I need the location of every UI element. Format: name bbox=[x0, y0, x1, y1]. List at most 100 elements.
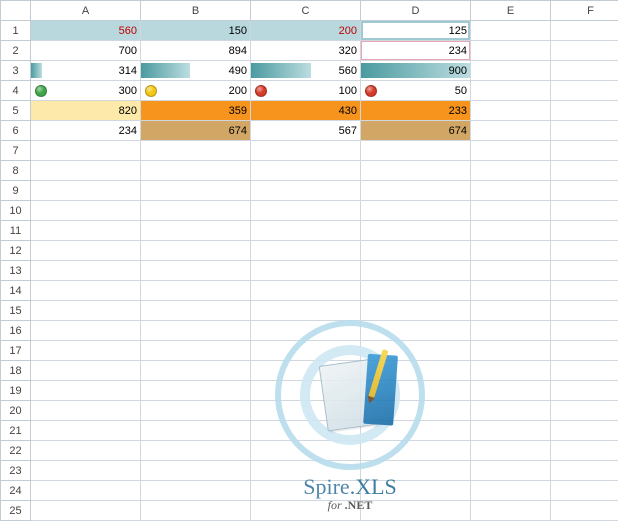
cell-E22[interactable] bbox=[471, 441, 551, 461]
cell-D8[interactable] bbox=[361, 161, 471, 181]
col-header-E[interactable]: E bbox=[471, 1, 551, 21]
cell-A24[interactable] bbox=[31, 481, 141, 501]
cell-A1[interactable]: 560 bbox=[31, 21, 141, 41]
cell-E20[interactable] bbox=[471, 401, 551, 421]
cell-E25[interactable] bbox=[471, 501, 551, 521]
cell-F5[interactable] bbox=[551, 101, 618, 121]
cell-E13[interactable] bbox=[471, 261, 551, 281]
cell-B15[interactable] bbox=[141, 301, 251, 321]
cell-C12[interactable] bbox=[251, 241, 361, 261]
row-header-22[interactable]: 22 bbox=[1, 441, 31, 461]
cell-E8[interactable] bbox=[471, 161, 551, 181]
cell-B22[interactable] bbox=[141, 441, 251, 461]
cell-C22[interactable] bbox=[251, 441, 361, 461]
cell-A7[interactable] bbox=[31, 141, 141, 161]
row-header-15[interactable]: 15 bbox=[1, 301, 31, 321]
cell-E16[interactable] bbox=[471, 321, 551, 341]
cell-E5[interactable] bbox=[471, 101, 551, 121]
cell-A11[interactable] bbox=[31, 221, 141, 241]
cell-F9[interactable] bbox=[551, 181, 618, 201]
col-header-C[interactable]: C bbox=[251, 1, 361, 21]
cell-D22[interactable] bbox=[361, 441, 471, 461]
row-header-3[interactable]: 3 bbox=[1, 61, 31, 81]
cell-D17[interactable] bbox=[361, 341, 471, 361]
cell-C6[interactable]: 567 bbox=[251, 121, 361, 141]
cell-D19[interactable] bbox=[361, 381, 471, 401]
row-header-9[interactable]: 9 bbox=[1, 181, 31, 201]
cell-A4[interactable]: 300 bbox=[31, 81, 141, 101]
cell-A23[interactable] bbox=[31, 461, 141, 481]
row-header-20[interactable]: 20 bbox=[1, 401, 31, 421]
cell-B19[interactable] bbox=[141, 381, 251, 401]
cell-D4[interactable]: 50 bbox=[361, 81, 471, 101]
cell-C3[interactable]: 560 bbox=[251, 61, 361, 81]
cell-F4[interactable] bbox=[551, 81, 618, 101]
cell-F12[interactable] bbox=[551, 241, 618, 261]
row-header-4[interactable]: 4 bbox=[1, 81, 31, 101]
cell-D7[interactable] bbox=[361, 141, 471, 161]
cell-F6[interactable] bbox=[551, 121, 618, 141]
cell-D11[interactable] bbox=[361, 221, 471, 241]
cell-C21[interactable] bbox=[251, 421, 361, 441]
cell-C23[interactable] bbox=[251, 461, 361, 481]
row-header-13[interactable]: 13 bbox=[1, 261, 31, 281]
cell-A2[interactable]: 700 bbox=[31, 41, 141, 61]
cell-B13[interactable] bbox=[141, 261, 251, 281]
cell-F20[interactable] bbox=[551, 401, 618, 421]
cell-A12[interactable] bbox=[31, 241, 141, 261]
row-header-11[interactable]: 11 bbox=[1, 221, 31, 241]
cell-B23[interactable] bbox=[141, 461, 251, 481]
cell-B2[interactable]: 894 bbox=[141, 41, 251, 61]
row-header-17[interactable]: 17 bbox=[1, 341, 31, 361]
spreadsheet-grid[interactable]: A B C D E F 1560150200125270089432023433… bbox=[0, 0, 618, 521]
row-header-5[interactable]: 5 bbox=[1, 101, 31, 121]
cell-E24[interactable] bbox=[471, 481, 551, 501]
cell-F25[interactable] bbox=[551, 501, 618, 521]
cell-A9[interactable] bbox=[31, 181, 141, 201]
cell-D23[interactable] bbox=[361, 461, 471, 481]
cell-A3[interactable]: 314 bbox=[31, 61, 141, 81]
cell-F1[interactable] bbox=[551, 21, 618, 41]
cell-E21[interactable] bbox=[471, 421, 551, 441]
cell-E3[interactable] bbox=[471, 61, 551, 81]
cell-E12[interactable] bbox=[471, 241, 551, 261]
cell-F13[interactable] bbox=[551, 261, 618, 281]
cell-C19[interactable] bbox=[251, 381, 361, 401]
cell-C18[interactable] bbox=[251, 361, 361, 381]
cell-C1[interactable]: 200 bbox=[251, 21, 361, 41]
cell-C5[interactable]: 430 bbox=[251, 101, 361, 121]
cell-A19[interactable] bbox=[31, 381, 141, 401]
row-header-16[interactable]: 16 bbox=[1, 321, 31, 341]
cell-B12[interactable] bbox=[141, 241, 251, 261]
cell-E23[interactable] bbox=[471, 461, 551, 481]
cell-C4[interactable]: 100 bbox=[251, 81, 361, 101]
cell-D15[interactable] bbox=[361, 301, 471, 321]
row-header-25[interactable]: 25 bbox=[1, 501, 31, 521]
cell-F17[interactable] bbox=[551, 341, 618, 361]
cell-C2[interactable]: 320 bbox=[251, 41, 361, 61]
cell-D25[interactable] bbox=[361, 501, 471, 521]
cell-B5[interactable]: 359 bbox=[141, 101, 251, 121]
cell-E7[interactable] bbox=[471, 141, 551, 161]
cell-F14[interactable] bbox=[551, 281, 618, 301]
cell-D18[interactable] bbox=[361, 361, 471, 381]
cell-C13[interactable] bbox=[251, 261, 361, 281]
row-header-18[interactable]: 18 bbox=[1, 361, 31, 381]
cell-B20[interactable] bbox=[141, 401, 251, 421]
cell-D1[interactable]: 125 bbox=[361, 21, 471, 41]
cell-B4[interactable]: 200 bbox=[141, 81, 251, 101]
row-header-23[interactable]: 23 bbox=[1, 461, 31, 481]
cell-D2[interactable]: 234 bbox=[361, 41, 471, 61]
cell-E18[interactable] bbox=[471, 361, 551, 381]
row-header-21[interactable]: 21 bbox=[1, 421, 31, 441]
cell-D13[interactable] bbox=[361, 261, 471, 281]
cell-C20[interactable] bbox=[251, 401, 361, 421]
cell-B1[interactable]: 150 bbox=[141, 21, 251, 41]
cell-B25[interactable] bbox=[141, 501, 251, 521]
cell-E15[interactable] bbox=[471, 301, 551, 321]
cell-B24[interactable] bbox=[141, 481, 251, 501]
cell-D3[interactable]: 900 bbox=[361, 61, 471, 81]
row-header-1[interactable]: 1 bbox=[1, 21, 31, 41]
cell-D16[interactable] bbox=[361, 321, 471, 341]
cell-E9[interactable] bbox=[471, 181, 551, 201]
